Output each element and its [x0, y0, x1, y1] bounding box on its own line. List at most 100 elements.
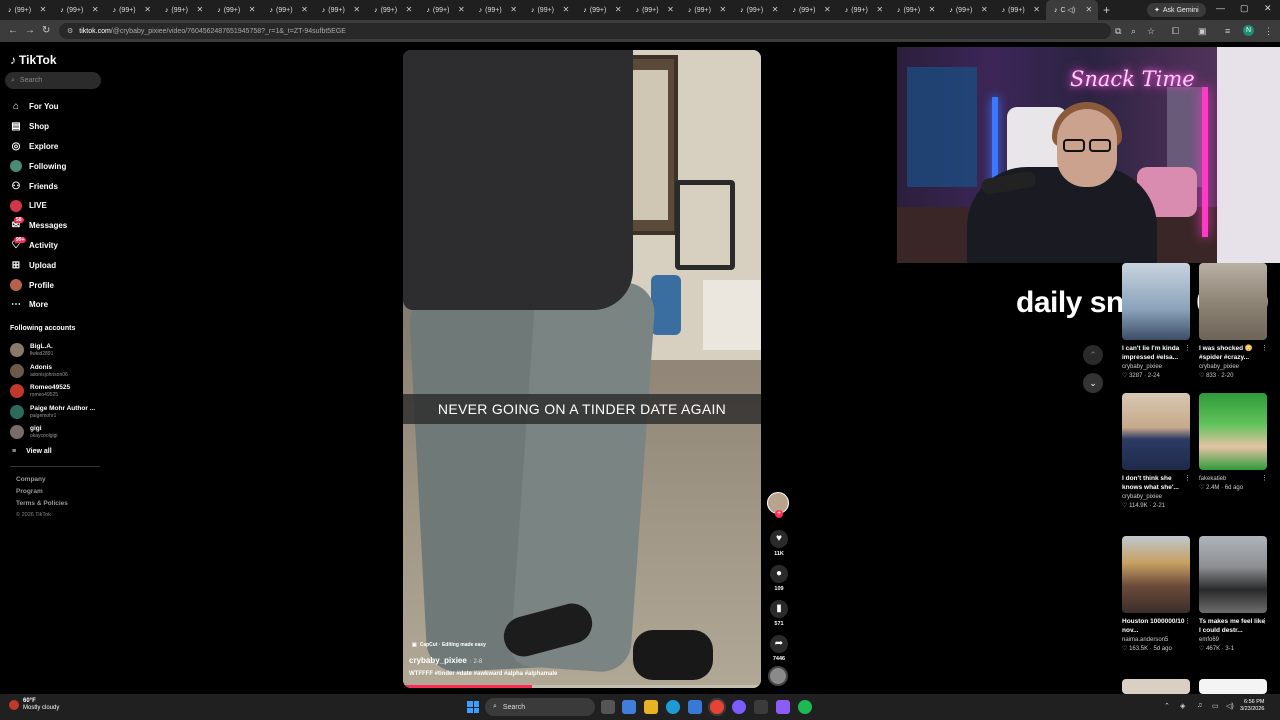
- nav-item-friends[interactable]: ⚇ Friends: [10, 176, 67, 196]
- card-thumbnail[interactable]: [1199, 536, 1267, 613]
- sidebar-toggle-icon[interactable]: ▣: [1198, 26, 1207, 37]
- weather-widget[interactable]: 60°F Mostly cloudy: [9, 698, 59, 712]
- nav-item-shop[interactable]: ▤ Shop: [10, 117, 67, 137]
- tab-close-icon[interactable]: ✕: [40, 5, 47, 14]
- install-app-icon[interactable]: ⧉: [1115, 26, 1121, 37]
- card-more-icon[interactable]: ⋮: [1261, 344, 1268, 352]
- nav-item-for-you[interactable]: ⌂ For You: [10, 97, 67, 117]
- browser-tab[interactable]: ♪ (99+) ✕: [0, 0, 52, 20]
- following-account[interactable]: BigL.A. llwkid2891: [10, 340, 95, 361]
- tab-close-icon[interactable]: ✕: [824, 5, 831, 14]
- card-thumbnail[interactable]: [1122, 263, 1190, 340]
- card-thumbnail[interactable]: [1199, 679, 1267, 694]
- video-progress-bar[interactable]: [403, 685, 761, 688]
- tab-audio-icon[interactable]: ◁): [1068, 6, 1076, 14]
- card-author[interactable]: fakekatieb: [1199, 476, 1267, 482]
- bookmark-star-icon[interactable]: ☆: [1147, 26, 1155, 37]
- browser-tab[interactable]: ♪ (99+) ✕: [994, 0, 1046, 20]
- extensions-icon[interactable]: ⧠: [1172, 26, 1179, 37]
- card-author[interactable]: crybaby_pixiee: [1122, 494, 1190, 500]
- tab-close-icon[interactable]: ✕: [196, 5, 203, 14]
- recommended-card-partial[interactable]: [1122, 679, 1190, 694]
- footer-program-link[interactable]: Program: [16, 488, 68, 500]
- zoom-icon[interactable]: ⌕: [1131, 26, 1136, 37]
- store-icon[interactable]: [688, 700, 702, 714]
- browser-tab[interactable]: ♪ (99+) ✕: [209, 0, 261, 20]
- maximize-icon[interactable]: ▢: [1240, 3, 1249, 14]
- tab-close-icon[interactable]: ✕: [510, 5, 517, 14]
- tab-close-icon[interactable]: ✕: [929, 5, 936, 14]
- tab-close-icon[interactable]: ✕: [92, 5, 99, 14]
- file-explorer-icon[interactable]: [644, 700, 658, 714]
- browser-tab[interactable]: ♪ (99+) ✕: [105, 0, 157, 20]
- nav-item-messages[interactable]: ✉ 58 Messages: [10, 216, 67, 236]
- tab-close-icon[interactable]: ✕: [406, 5, 413, 14]
- start-windows-icon[interactable]: [467, 701, 479, 713]
- following-account[interactable]: gigi okaycoolgigi: [10, 422, 95, 443]
- chrome-icon[interactable]: [710, 700, 724, 714]
- card-thumbnail[interactable]: [1122, 679, 1190, 694]
- tiktok-logo[interactable]: ♪ TikTok: [10, 53, 57, 67]
- minimize-icon[interactable]: —: [1216, 3, 1225, 13]
- task-view-icon[interactable]: [601, 700, 615, 714]
- browser-tab[interactable]: ♪ (99+) ✕: [471, 0, 523, 20]
- network-icon[interactable]: ▭: [1212, 702, 1219, 710]
- card-author[interactable]: crybaby_pixiee: [1122, 364, 1190, 370]
- browser-tab[interactable]: ♪ (99+) ✕: [732, 0, 784, 20]
- copilot-icon[interactable]: [622, 700, 636, 714]
- view-all-link[interactable]: ≡ View all: [12, 448, 52, 455]
- save-button[interactable]: ▮ 571: [768, 600, 790, 627]
- card-more-icon[interactable]: ⋮: [1261, 617, 1268, 625]
- recommended-card[interactable]: I was shocked 😳 #spider #crazy... crybab…: [1199, 263, 1268, 379]
- url-field[interactable]: ⚙ tiktok.com/@crybaby_pixiee/video/76045…: [59, 23, 1111, 39]
- video-player[interactable]: NEVER GOING ON A TINDER DATE AGAIN ▣ Cap…: [403, 50, 761, 688]
- card-more-icon[interactable]: ⋮: [1184, 474, 1191, 482]
- browser-tab[interactable]: ♪ (99+) ✕: [628, 0, 680, 20]
- nav-item-more[interactable]: ⋯ More: [10, 295, 67, 315]
- cast-icon[interactable]: ≡: [1225, 26, 1230, 36]
- video-author[interactable]: crybaby_pixiee · 2-8: [409, 656, 482, 665]
- card-more-icon[interactable]: ⋮: [1184, 617, 1191, 625]
- browser-tab[interactable]: ♪ (99+) ✕: [680, 0, 732, 20]
- tab-close-icon[interactable]: ✕: [301, 5, 308, 14]
- tab-close-icon[interactable]: ✕: [981, 5, 988, 14]
- following-account[interactable]: Paige Mohr Author ... paigemohr1: [10, 402, 95, 423]
- tab-close-icon[interactable]: ✕: [615, 5, 622, 14]
- taskbar-clock[interactable]: 6:56 PM 3/23/2026: [1240, 699, 1264, 713]
- tab-close-icon[interactable]: ✕: [1086, 5, 1093, 14]
- previous-video-arrow-icon[interactable]: ⌃: [1083, 345, 1103, 365]
- tab-close-icon[interactable]: ✕: [772, 5, 779, 14]
- browser-tab[interactable]: ♪ (99+) ✕: [418, 0, 470, 20]
- menu-kebab-icon[interactable]: ⋮: [1264, 26, 1273, 37]
- new-tab-icon[interactable]: +: [1103, 3, 1110, 17]
- spotify-icon[interactable]: [798, 700, 812, 714]
- browser-tab[interactable]: ♪ (99+) ✕: [575, 0, 627, 20]
- follow-plus-icon[interactable]: +: [775, 510, 783, 518]
- profile-avatar[interactable]: N: [1243, 25, 1254, 36]
- tab-close-icon[interactable]: ✕: [353, 5, 360, 14]
- nav-item-profile[interactable]: Profile: [10, 275, 67, 295]
- browser-tab[interactable]: ♪ (99+) ✕: [784, 0, 836, 20]
- forward-icon[interactable]: →: [25, 25, 35, 36]
- edge-icon[interactable]: [666, 700, 680, 714]
- close-window-icon[interactable]: ✕: [1264, 3, 1272, 14]
- footer-terms-link[interactable]: Terms & Policies: [16, 500, 68, 512]
- browser-tab[interactable]: ♪ (99+) ✕: [261, 0, 313, 20]
- tab-close-icon[interactable]: ✕: [719, 5, 726, 14]
- tab-close-icon[interactable]: ✕: [563, 5, 570, 14]
- browser-tab-active[interactable]: ♪ C ◁) ✕: [1045, 0, 1099, 20]
- tab-close-icon[interactable]: ✕: [1033, 5, 1040, 14]
- card-more-icon[interactable]: ⋮: [1184, 344, 1191, 352]
- browser-tab[interactable]: ♪ (99+) ✕: [366, 0, 418, 20]
- app-icon[interactable]: [754, 700, 768, 714]
- recommended-card[interactable]: Ts makes me feel like I could destr... e…: [1199, 536, 1268, 652]
- card-thumbnail[interactable]: [1199, 263, 1267, 340]
- browser-tab[interactable]: ♪ (99+) ✕: [314, 0, 366, 20]
- creator-avatar[interactable]: +: [767, 492, 789, 518]
- footer-company-link[interactable]: Company: [16, 476, 68, 488]
- tray-chevron-icon[interactable]: ⌃: [1164, 702, 1170, 710]
- card-thumbnail[interactable]: [1122, 536, 1190, 613]
- site-info-icon[interactable]: ⚙: [67, 27, 73, 35]
- nav-item-live[interactable]: LIVE: [10, 196, 67, 216]
- tray-app-icon[interactable]: ◈: [1180, 702, 1185, 710]
